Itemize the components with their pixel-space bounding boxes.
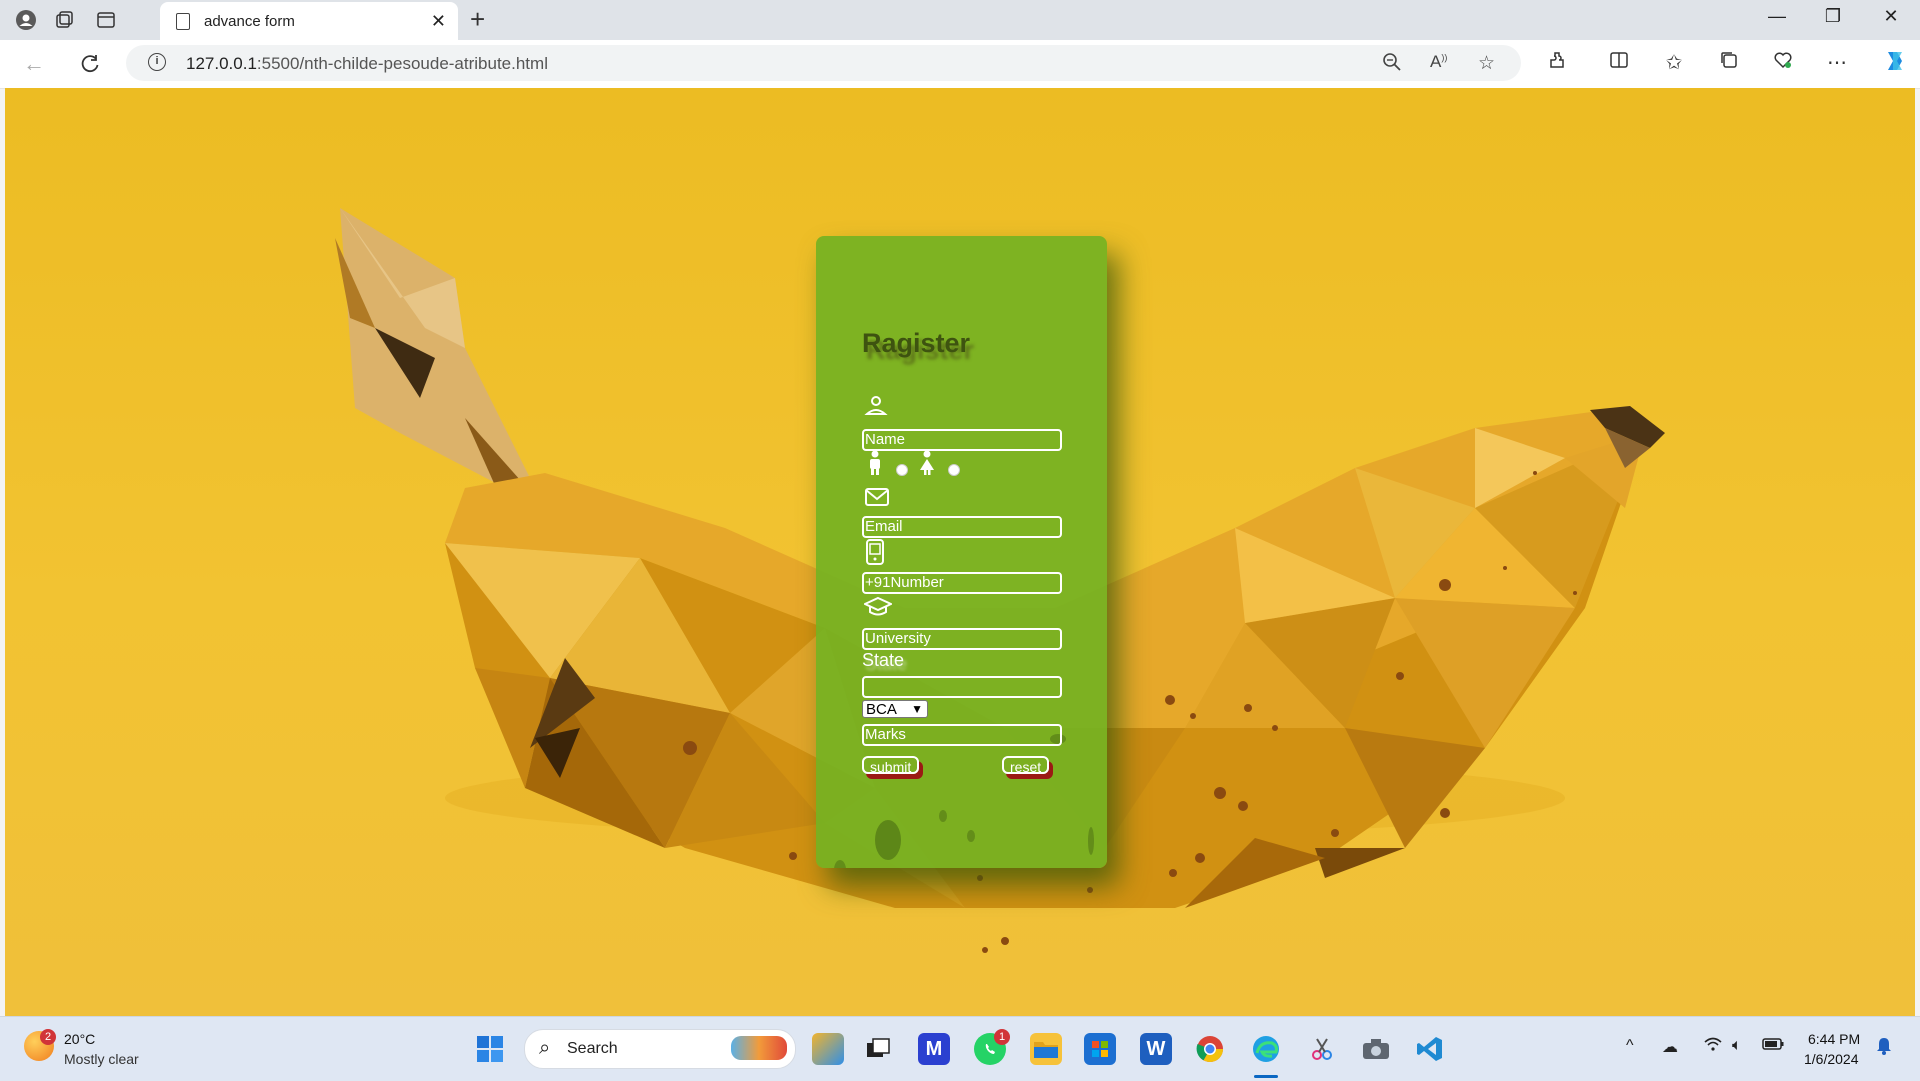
camera-icon[interactable] [1360, 1033, 1392, 1065]
microsoft-store-icon[interactable] [1084, 1033, 1116, 1065]
email-input[interactable]: Email [862, 516, 1062, 538]
edge-icon[interactable] [1250, 1033, 1282, 1065]
reset-button[interactable]: reset [1002, 756, 1050, 775]
phone-icon [864, 538, 886, 572]
female-radio[interactable] [948, 464, 960, 476]
zoom-icon[interactable] [1382, 52, 1402, 78]
browser-toolbar: ← i 127.0.0.1:5500/nth-childe-pesoude-at… [0, 40, 1920, 89]
volume-icon[interactable]: 🔈︎ [1732, 1037, 1742, 1055]
minimize-button[interactable]: — [1762, 6, 1792, 27]
site-info-icon[interactable]: i [148, 53, 166, 71]
search-label: Search [567, 1040, 618, 1057]
close-tab-icon[interactable]: ✕ [431, 11, 446, 32]
form-title: Ragister [862, 328, 971, 358]
male-radio[interactable] [896, 464, 908, 476]
registration-card: Ragister Name Email +91Number University… [816, 236, 1107, 868]
back-icon[interactable]: ← [20, 50, 48, 78]
name-input[interactable]: Name [862, 429, 1062, 451]
university-input[interactable]: University [862, 628, 1062, 650]
phone-number-input[interactable]: +91Number [862, 572, 1062, 594]
state-label: State [862, 650, 905, 670]
more-options-icon[interactable]: ⋯ [1822, 50, 1852, 75]
weather-condition[interactable]: Mostly clear [64, 1051, 139, 1067]
vertical-tabs-icon[interactable] [94, 8, 118, 32]
battery-icon[interactable] [1762, 1037, 1784, 1055]
browser-essentials-icon[interactable] [1768, 50, 1798, 76]
extensions-icon[interactable] [1543, 50, 1573, 76]
copilot-icon[interactable] [1880, 48, 1910, 80]
envelope-icon [864, 486, 890, 514]
active-app-indicator [1254, 1075, 1278, 1078]
taskbar-search-box[interactable]: ⌕ Search [524, 1029, 796, 1069]
notifications-bell-icon[interactable] [1876, 1037, 1892, 1060]
app-m-icon[interactable]: M [918, 1033, 950, 1065]
copilot-pre-icon[interactable] [812, 1033, 844, 1065]
address-bar[interactable]: i 127.0.0.1:5500/nth-childe-pesoude-atri… [126, 45, 1521, 81]
chevron-down-icon: ▼ [911, 702, 923, 716]
windows-taskbar: 2 20°C Mostly clear ⌕ Search M 1 W ^ ☁ 🔈… [0, 1016, 1920, 1081]
restore-button[interactable]: ❐ [1818, 6, 1848, 27]
user-icon [864, 394, 888, 424]
weather-badge: 2 [40, 1029, 56, 1045]
workspaces-icon[interactable] [52, 8, 76, 32]
page-viewport: Ragister Name Email +91Number University… [5, 88, 1915, 1016]
task-view-icon[interactable] [862, 1033, 894, 1065]
onedrive-icon[interactable]: ☁ [1662, 1037, 1678, 1057]
browser-tab-bar: advance form ✕ + — ❐ ✕ [0, 0, 1920, 40]
state-input[interactable] [862, 676, 1062, 698]
male-icon [866, 450, 884, 483]
url-text[interactable]: 127.0.0.1:5500/nth-childe-pesoude-atribu… [186, 54, 548, 74]
favorites-icon[interactable]: ✩ [1659, 50, 1689, 75]
word-icon[interactable]: W [1140, 1033, 1172, 1065]
split-screen-icon[interactable] [1604, 50, 1634, 76]
refresh-icon[interactable] [76, 50, 104, 78]
new-tab-button[interactable]: + [470, 4, 485, 35]
tab-advance-form[interactable]: advance form ✕ [160, 2, 458, 40]
clock-date[interactable]: 1/6/2024 [1804, 1051, 1859, 1067]
page-icon [176, 12, 190, 30]
chrome-icon[interactable] [1194, 1033, 1226, 1065]
weather-temperature[interactable]: 20°C [64, 1031, 95, 1047]
submit-button[interactable]: submit [862, 756, 920, 775]
vscode-icon[interactable] [1414, 1033, 1446, 1065]
start-windows-icon[interactable] [474, 1033, 506, 1065]
graduation-cap-icon [862, 596, 894, 624]
snipping-tool-icon[interactable] [1306, 1033, 1338, 1065]
close-window-button[interactable]: ✕ [1876, 6, 1906, 27]
read-aloud-icon[interactable]: A)) [1430, 52, 1447, 72]
marks-input[interactable]: Marks [862, 724, 1062, 746]
course-select[interactable]: BCA ▼ [862, 700, 928, 718]
show-hidden-icons-icon[interactable]: ^ [1626, 1037, 1634, 1055]
female-icon [918, 450, 936, 483]
clock-time[interactable]: 6:44 PM [1808, 1031, 1860, 1047]
profile-icon[interactable] [14, 8, 38, 32]
file-explorer-icon[interactable] [1030, 1033, 1062, 1065]
whatsapp-badge: 1 [994, 1029, 1010, 1045]
search-icon: ⌕ [539, 1037, 551, 1059]
favorite-star-icon[interactable]: ☆ [1478, 52, 1495, 75]
course-selected-value: BCA [866, 701, 897, 718]
tab-title: advance form [204, 12, 295, 30]
collections-icon[interactable] [1714, 50, 1744, 76]
wifi-icon[interactable] [1704, 1037, 1722, 1056]
search-highlight-icon [731, 1036, 787, 1060]
